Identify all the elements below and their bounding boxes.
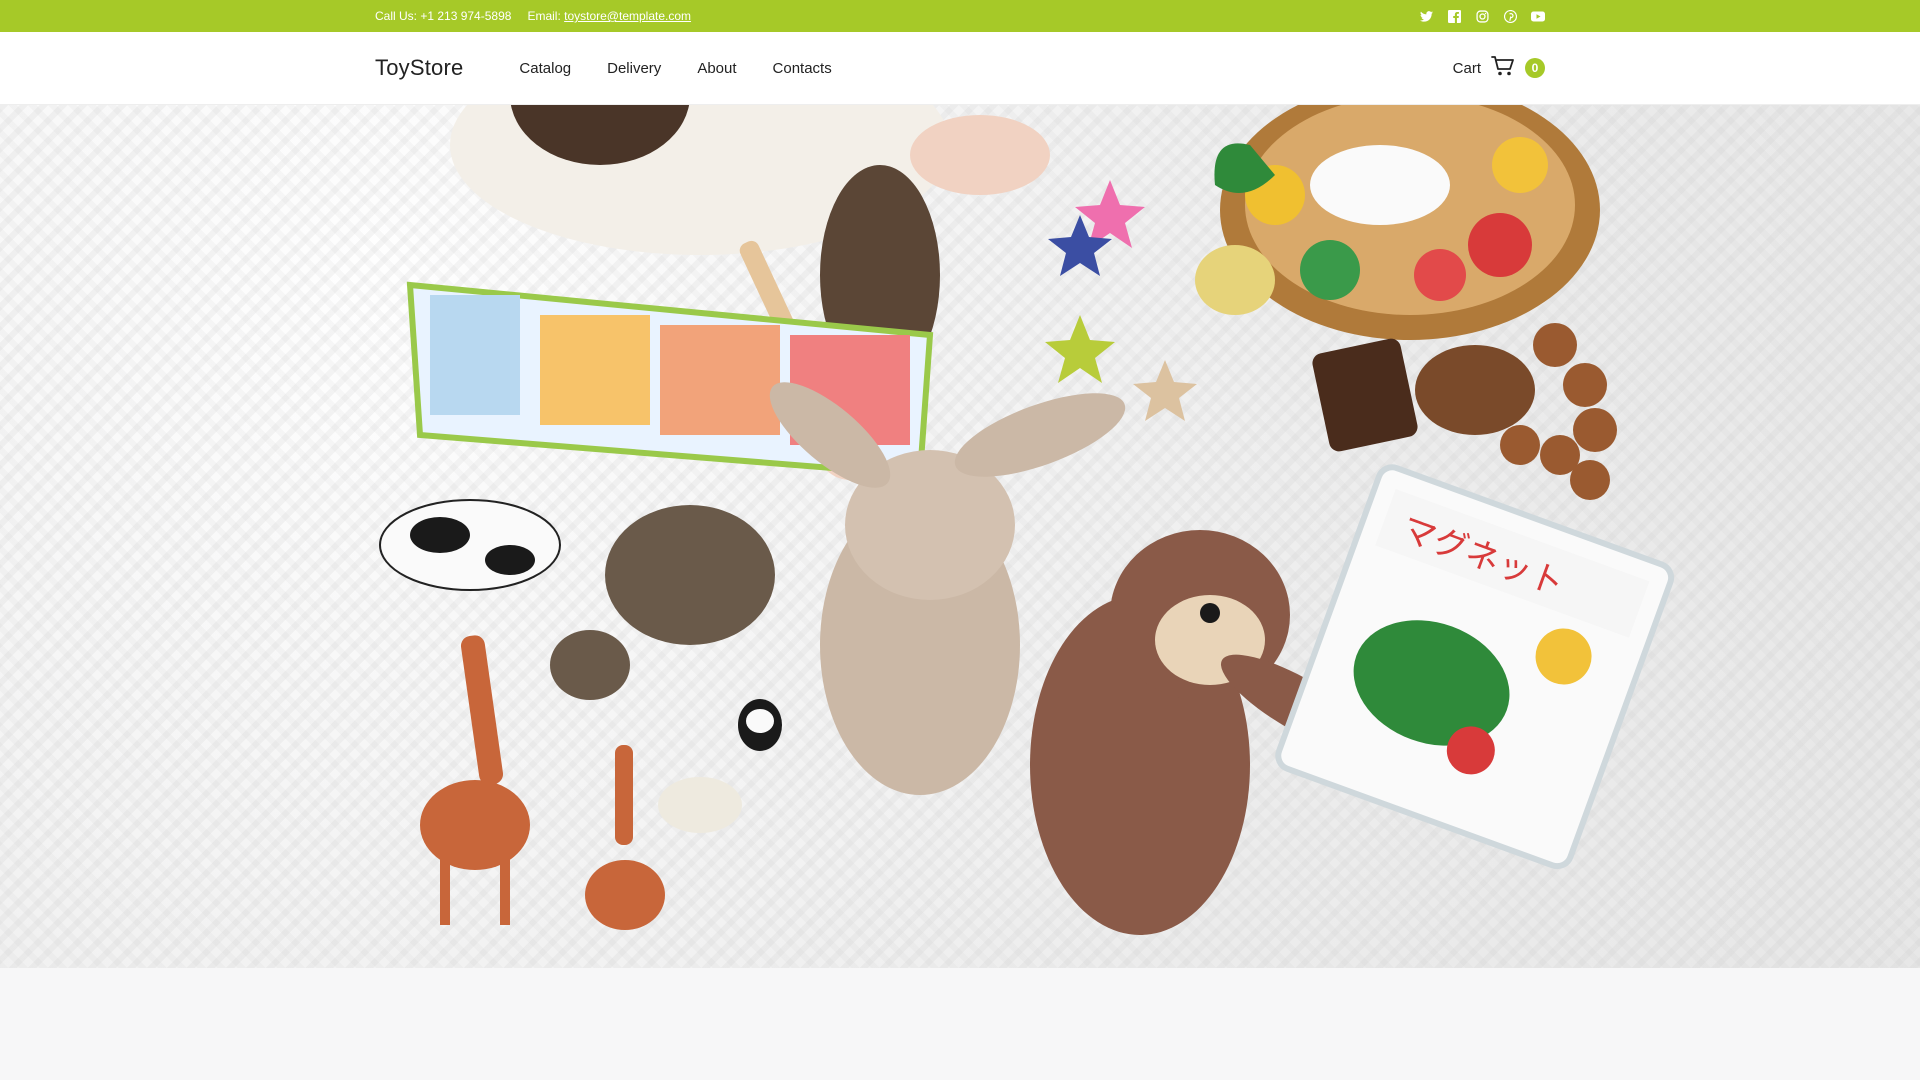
toy-cow [379,499,561,591]
pinterest-icon[interactable] [1503,9,1517,23]
toy-giraffe-large [420,635,530,925]
facebook-icon[interactable] [1447,9,1461,23]
site-logo[interactable]: ToyStore [375,55,463,81]
site-header: ToyStore Catalog Delivery About Contacts… [0,32,1920,105]
social-links [1419,9,1545,23]
child-foot [910,115,1050,195]
green-star [1045,315,1115,383]
tan-star [1133,360,1197,421]
felt-pineapple [1195,245,1275,315]
nav-item-about[interactable]: About [697,60,736,77]
phone-text: Call Us: +1 213 974-5898 [375,9,512,23]
nav-item-delivery[interactable]: Delivery [607,60,661,77]
contact-info: Call Us: +1 213 974-5898 Email: toystore… [375,9,691,23]
hero-toys-illustration: マグネット [379,105,1675,935]
main-nav: Catalog Delivery About Contacts [519,60,831,77]
youtube-icon[interactable] [1531,9,1545,23]
cart-label: Cart [1452,59,1481,77]
top-bar: Call Us: +1 213 974-5898 Email: toystore… [0,0,1920,32]
twitter-icon[interactable] [1419,9,1433,23]
toy-lamb [658,777,742,833]
nav-item-catalog[interactable]: Catalog [519,60,571,77]
cart-count-badge: 0 [1525,58,1545,78]
hero-banner: マグネット [0,105,1920,968]
felt-brownie [1312,338,1418,452]
email-link[interactable]: toystore@template.com [564,9,691,23]
cart-button[interactable]: Cart 0 [1453,55,1545,81]
nav-item-contacts[interactable]: Contacts [773,60,832,77]
cart-icon [1491,55,1515,81]
magnet-book: マグネット [1275,464,1675,870]
toy-elephant [605,505,775,645]
page-bottom-area [0,968,1920,1080]
instagram-icon[interactable] [1475,9,1489,23]
felt-cinnamon-roll [1415,345,1535,435]
toy-baby-elephant [550,630,630,700]
toy-giraffe-small [585,745,665,930]
email-prefix: Email: [527,9,561,23]
email-block: Email: toystore@template.com [527,9,691,23]
